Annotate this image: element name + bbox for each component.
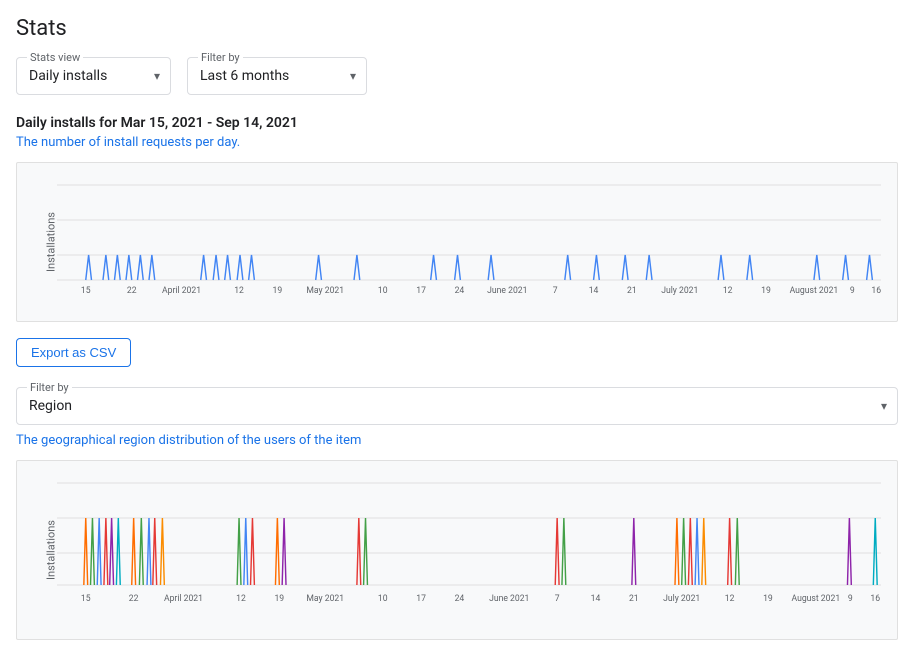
filter-by-label: Filter by	[198, 51, 243, 64]
filter-by-arrow: ▾	[350, 69, 356, 83]
export-csv-button[interactable]: Export as CSV	[16, 338, 131, 367]
region-chart-subtitle: The geographical region distribution of …	[16, 433, 898, 448]
region-chart-svg: 1.5 1.0 0.5 0.0	[57, 473, 881, 613]
svg-text:10: 10	[378, 286, 388, 295]
svg-text:21: 21	[629, 594, 639, 604]
svg-text:15: 15	[81, 594, 91, 604]
svg-text:9: 9	[848, 594, 853, 604]
svg-text:16: 16	[870, 594, 880, 604]
svg-text:24: 24	[455, 594, 465, 604]
svg-text:April 2021: April 2021	[162, 286, 201, 295]
svg-text:24: 24	[455, 286, 465, 295]
svg-text:19: 19	[761, 286, 771, 295]
svg-text:July 2021: July 2021	[661, 286, 698, 295]
svg-text:19: 19	[273, 286, 283, 295]
svg-text:9: 9	[850, 286, 855, 295]
svg-text:19: 19	[763, 594, 773, 604]
svg-text:August 2021: August 2021	[792, 594, 841, 604]
svg-text:17: 17	[416, 594, 426, 604]
stats-view-value: Daily installs	[29, 68, 127, 84]
svg-text:12: 12	[725, 594, 735, 604]
svg-text:May 2021: May 2021	[306, 286, 344, 295]
stats-view-arrow: ▾	[154, 69, 160, 83]
svg-text:17: 17	[416, 286, 426, 295]
svg-text:22: 22	[127, 286, 137, 295]
filter-by-value: Last 6 months	[200, 68, 309, 84]
svg-text:19: 19	[274, 594, 284, 604]
svg-text:12: 12	[234, 286, 244, 295]
svg-text:July 2021: July 2021	[663, 594, 700, 604]
page-title: Stats	[16, 16, 898, 41]
svg-text:22: 22	[129, 594, 139, 604]
region-filter-arrow: ▾	[881, 399, 887, 413]
region-filter-label: Filter by	[27, 381, 72, 394]
y-axis-label: Installations	[44, 212, 57, 272]
svg-text:August 2021: August 2021	[790, 286, 839, 295]
region-y-axis-label: Installations	[44, 520, 57, 580]
region-filter-row: Filter by Region ▾	[16, 387, 898, 425]
svg-text:21: 21	[627, 286, 637, 295]
svg-text:12: 12	[236, 594, 246, 604]
svg-text:15: 15	[81, 286, 91, 295]
svg-text:June 2021: June 2021	[487, 286, 527, 295]
stats-view-label: Stats view	[27, 51, 83, 64]
svg-text:12: 12	[723, 286, 733, 295]
svg-text:April 2021: April 2021	[164, 594, 203, 604]
installs-chart: Installations 3 2 1 0	[16, 162, 898, 322]
svg-text:7: 7	[553, 286, 558, 295]
date-range: Daily installs for Mar 15, 2021 - Sep 14…	[16, 115, 898, 131]
svg-text:14: 14	[591, 594, 601, 604]
region-filter-value: Region	[29, 398, 92, 414]
filter-by-dropdown[interactable]: Filter by Last 6 months ▾	[187, 57, 367, 95]
svg-text:14: 14	[589, 286, 599, 295]
region-chart: Installations 1.5 1.0 0.5 0.0	[16, 460, 898, 640]
svg-text:7: 7	[555, 594, 560, 604]
chart-svg: 3 2 1 0	[57, 175, 881, 295]
stats-view-dropdown[interactable]: Stats view Daily installs ▾	[16, 57, 171, 95]
svg-text:June 2021: June 2021	[489, 594, 529, 604]
controls-row: Stats view Daily installs ▾ Filter by La…	[16, 57, 898, 95]
svg-text:16: 16	[871, 286, 881, 295]
svg-text:May 2021: May 2021	[306, 594, 344, 604]
region-dropdown[interactable]: Filter by Region ▾	[16, 387, 898, 425]
svg-text:10: 10	[378, 594, 388, 604]
chart-subtitle: The number of install requests per day.	[16, 135, 898, 150]
